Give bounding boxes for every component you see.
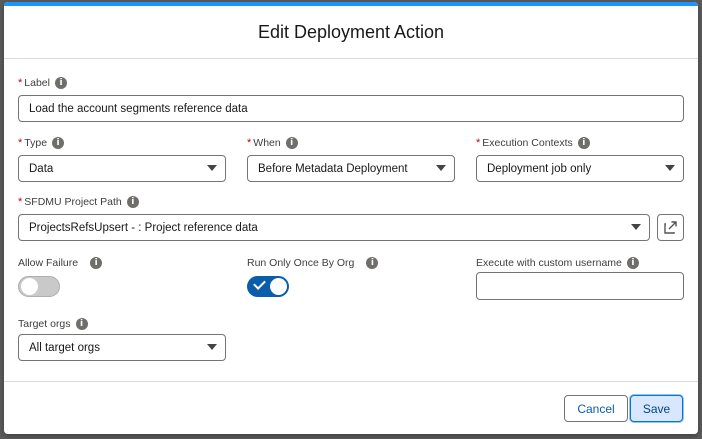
modal-footer: Cancel Save <box>4 381 698 434</box>
label-field-label: * Label i <box>18 77 67 89</box>
info-icon[interactable]: i <box>577 137 590 149</box>
info-icon[interactable]: i <box>90 257 103 269</box>
execution-contexts-label-text: Execution Contexts <box>482 137 573 149</box>
modal-header: Edit Deployment Action <box>4 6 698 59</box>
target-orgs-select-value: All target orgs <box>29 341 100 354</box>
save-button[interactable]: Save <box>630 395 683 422</box>
run-only-once-label: Run Only Once By Org i <box>247 257 379 269</box>
sfdmu-project-select-value: ProjectsRefsUpsert - : Project reference… <box>29 221 258 234</box>
target-orgs-label-text: Target orgs <box>18 318 71 330</box>
required-marker: * <box>18 77 23 89</box>
modal-title: Edit Deployment Action <box>257 21 445 42</box>
caret-down-icon <box>436 165 446 171</box>
sfdmu-field-label: * SFDMU Project Path i <box>18 196 139 208</box>
type-field-label: * Type i <box>18 137 65 149</box>
when-select-value: Before Metadata Deployment <box>258 162 408 175</box>
caret-down-icon <box>207 165 217 171</box>
execution-contexts-select[interactable]: Deployment job only <box>476 155 684 182</box>
required-marker: * <box>18 137 23 149</box>
caret-down-icon <box>631 224 641 230</box>
required-marker: * <box>18 196 23 208</box>
info-icon[interactable]: i <box>54 77 67 89</box>
when-select[interactable]: Before Metadata Deployment <box>247 155 455 182</box>
required-marker: * <box>476 137 481 149</box>
run-only-once-label-text: Run Only Once By Org <box>247 257 355 269</box>
modal-body: * Label i Load the account segments refe… <box>4 59 698 381</box>
target-orgs-label: Target orgs i <box>18 318 88 330</box>
open-project-button[interactable] <box>657 214 684 241</box>
new-window-icon <box>664 221 677 234</box>
info-icon[interactable]: i <box>285 137 298 149</box>
checkmark-icon <box>253 277 266 290</box>
custom-username-label-text: Execute with custom username <box>476 257 622 269</box>
label-field-label-text: Label <box>24 77 50 89</box>
info-icon[interactable]: i <box>75 318 88 330</box>
caret-down-icon <box>207 344 217 350</box>
info-icon[interactable]: i <box>52 137 65 149</box>
allow-failure-label-text: Allow Failure <box>18 257 79 269</box>
info-icon[interactable]: i <box>366 257 379 269</box>
type-select-value: Data <box>29 162 54 175</box>
allow-failure-label: Allow Failure i <box>18 257 103 269</box>
info-icon[interactable]: i <box>126 196 139 208</box>
caret-down-icon <box>665 165 675 171</box>
label-input-value: Load the account segments reference data <box>29 102 248 115</box>
cancel-button[interactable]: Cancel <box>564 395 628 422</box>
custom-username-label: Execute with custom username i <box>476 257 639 269</box>
target-orgs-select[interactable]: All target orgs <box>18 334 226 361</box>
run-only-once-toggle[interactable] <box>247 276 289 297</box>
sfdmu-field-label-text: SFDMU Project Path <box>24 196 122 208</box>
toggle-knob <box>270 278 287 295</box>
label-input[interactable]: Load the account segments reference data <box>18 95 684 122</box>
execution-contexts-select-value: Deployment job only <box>487 162 592 175</box>
type-field-label-text: Type <box>24 137 48 149</box>
required-marker: * <box>247 137 252 149</box>
edit-deployment-action-modal: Edit Deployment Action * Label i Load th… <box>4 2 698 434</box>
type-select[interactable]: Data <box>18 155 226 182</box>
toggle-knob <box>21 278 38 295</box>
when-field-label: * When i <box>247 137 298 149</box>
sfdmu-project-select[interactable]: ProjectsRefsUpsert - : Project reference… <box>18 214 650 241</box>
custom-username-input[interactable] <box>476 272 684 300</box>
info-icon[interactable]: i <box>626 257 639 269</box>
when-field-label-text: When <box>253 137 281 149</box>
execution-contexts-field-label: * Execution Contexts i <box>476 137 590 149</box>
allow-failure-toggle[interactable] <box>18 276 60 297</box>
